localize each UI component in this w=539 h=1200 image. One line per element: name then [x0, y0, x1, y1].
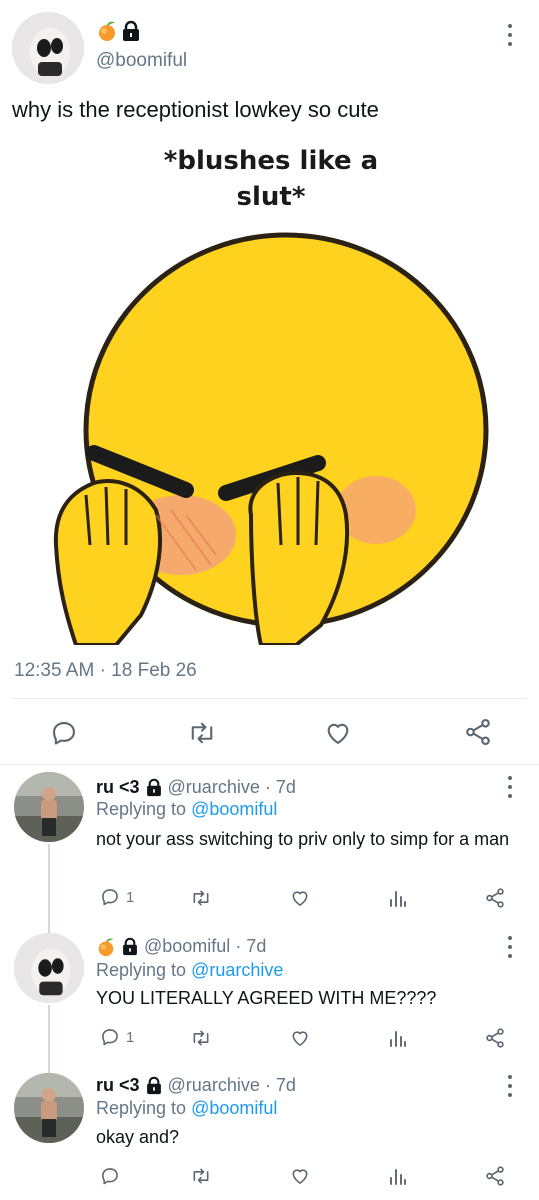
reply-icon[interactable] — [50, 719, 78, 747]
reply-display-name[interactable]: ru <3 — [96, 777, 140, 798]
replying-prefix: Replying to — [96, 960, 187, 980]
analytics-icon[interactable] — [388, 1166, 408, 1186]
reply-count: 1 — [126, 888, 135, 906]
share-icon[interactable] — [484, 1165, 506, 1187]
lock-icon — [121, 937, 139, 956]
reply-text: okay and? — [96, 1127, 180, 1147]
retweet-icon[interactable] — [187, 719, 217, 747]
replying-to: Replying to @ruarchive — [96, 960, 283, 981]
peach-emoji-icon — [96, 20, 118, 42]
tweet-date: 18 Feb 26 — [111, 660, 197, 681]
reply-handle[interactable]: @ruarchive — [168, 1075, 260, 1096]
author-handle[interactable]: @boomiful — [96, 50, 187, 72]
reply-icon[interactable] — [100, 1166, 120, 1186]
replying-to-link[interactable]: @ruarchive — [191, 960, 283, 980]
share-icon[interactable] — [484, 887, 506, 909]
reply-handle[interactable]: @boomiful — [144, 936, 230, 957]
reply-avatar[interactable] — [14, 933, 84, 1003]
replying-to-link[interactable]: @boomiful — [191, 1098, 277, 1118]
replying-to: Replying to @boomiful — [96, 799, 277, 820]
retweet-icon[interactable] — [190, 1166, 212, 1186]
analytics-icon[interactable] — [388, 1028, 408, 1048]
reply-display-name[interactable]: ru <3 — [96, 1075, 140, 1096]
reply-age: · 7d — [264, 777, 296, 797]
tweet-image[interactable]: *blushes like a slut* — [46, 135, 502, 645]
reply-header: ru <3 @ruarchive · 7d — [96, 1075, 296, 1096]
tweet-time: 12:35 AM — [14, 660, 95, 681]
replying-to: Replying to @boomiful — [96, 1098, 277, 1119]
retweet-icon[interactable] — [190, 1028, 212, 1048]
reply-age: · 7d — [264, 1075, 296, 1095]
tweet-timestamp: 12:35 AM · 18 Feb 26 — [14, 660, 197, 682]
divider — [12, 698, 527, 699]
analytics-icon[interactable] — [388, 888, 408, 908]
more-icon[interactable] — [500, 22, 520, 48]
more-icon[interactable] — [500, 1073, 520, 1099]
peach-emoji-icon — [96, 937, 116, 957]
replying-to-link[interactable]: @boomiful — [191, 799, 277, 819]
thread-line — [48, 1005, 50, 1073]
share-icon[interactable] — [463, 717, 493, 747]
divider — [0, 764, 539, 765]
reply-icon — [100, 1027, 120, 1047]
reply-avatar[interactable] — [14, 772, 84, 842]
tweet-text: why is the receptionist lowkey so cute — [12, 97, 379, 122]
like-icon[interactable] — [323, 719, 353, 747]
reply-age: · 7d — [235, 936, 267, 956]
timestamp-separator: · — [99, 660, 106, 681]
blushing-emoji-image — [53, 232, 489, 645]
retweet-icon[interactable] — [190, 888, 212, 908]
more-icon[interactable] — [500, 774, 520, 800]
reply-handle[interactable]: @ruarchive — [168, 777, 260, 798]
reply-button[interactable]: 1 — [100, 1027, 134, 1047]
lock-icon — [145, 1076, 163, 1095]
reply-text: not your ass switching to priv only to s… — [96, 829, 510, 849]
replying-prefix: Replying to — [96, 1098, 187, 1118]
like-icon[interactable] — [289, 888, 311, 908]
reply-header: ru <3 @ruarchive · 7d — [96, 777, 296, 798]
lock-icon — [145, 778, 163, 797]
reply-avatar[interactable] — [14, 1073, 84, 1143]
replying-prefix: Replying to — [96, 799, 187, 819]
author-avatar[interactable] — [12, 12, 84, 84]
more-icon[interactable] — [500, 934, 520, 960]
lock-icon — [121, 20, 141, 42]
meme-caption: *blushes like a slut* — [163, 146, 379, 212]
reply-button[interactable]: 1 — [100, 887, 134, 907]
share-icon[interactable] — [484, 1027, 506, 1049]
reply-count: 1 — [126, 1028, 135, 1046]
reply-text: YOU LITERALLY AGREED WITH ME???? — [96, 988, 437, 1008]
thread-line — [48, 844, 50, 934]
reply-icon — [100, 887, 120, 907]
like-icon[interactable] — [289, 1166, 311, 1186]
reply-header: @boomiful · 7d — [96, 936, 266, 957]
like-icon[interactable] — [289, 1028, 311, 1048]
